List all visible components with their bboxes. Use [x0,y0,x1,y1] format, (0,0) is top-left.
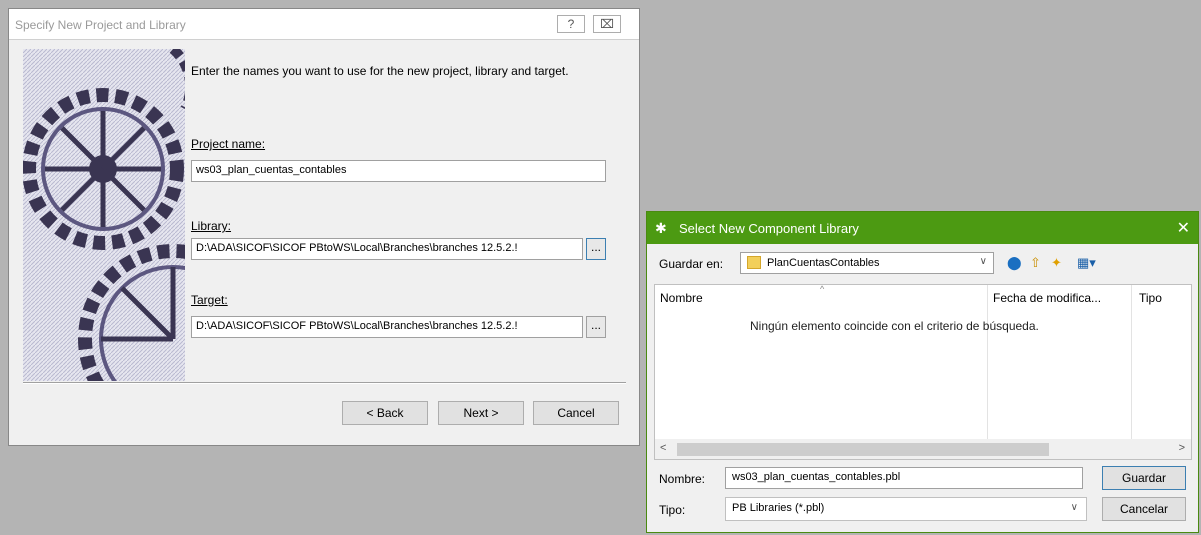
cancel-button[interactable]: Cancel [533,401,619,425]
look-in-dropdown[interactable]: PlanCuentasContables ∨ [740,252,994,274]
scrollbar-thumb[interactable] [677,443,1049,456]
new-folder-icon[interactable]: ✦ [1051,256,1062,270]
column-divider [987,285,988,459]
target-path-input[interactable]: D:\ADA\SICOF\SICOF PBtoWS\Local\Branches… [191,316,583,338]
save-dialog-titlebar: ✱ Select New Component Library ✕ [647,212,1198,244]
sort-chevron-icon: ^ [820,284,825,294]
horizontal-scrollbar[interactable]: < > [655,439,1191,459]
file-list[interactable]: Nombre ^ Fecha de modifica... Tipo Ningú… [654,284,1192,460]
target-browse-button[interactable]: ... [586,316,606,338]
select-library-dialog: ✱ Select New Component Library ✕ Guardar… [646,211,1199,533]
intro-text: Enter the names you want to use for the … [191,64,569,78]
back-navigation-icon[interactable]: ⬤ [1007,256,1022,270]
empty-message: Ningún elemento coincide con el criterio… [750,319,1039,333]
gear-illustration [23,49,185,381]
wizard-title: Specify New Project and Library [15,18,186,32]
wizard-titlebar: Specify New Project and Library ? ⌧ [9,9,639,40]
filename-label: Nombre: [659,472,706,486]
button-separator [23,382,626,384]
up-folder-icon[interactable]: ⇧ [1030,256,1041,270]
filetype-label: Tipo: [659,503,686,517]
cancel-button[interactable]: Cancelar [1102,497,1186,521]
library-browse-button[interactable]: ... [586,238,606,260]
column-divider [1131,285,1132,459]
close-icon[interactable]: ✕ [1177,218,1190,238]
save-button[interactable]: Guardar [1102,466,1186,490]
project-name-label: Project name: [191,137,266,151]
new-project-wizard-dialog: Specify New Project and Library ? ⌧ Ente… [8,8,640,446]
column-header-type[interactable]: Tipo [1139,291,1162,305]
back-button[interactable]: < Back [342,401,428,425]
look-in-label: Guardar en: [659,257,724,271]
filename-input[interactable]: ws03_plan_cuentas_contables.pbl [725,467,1083,489]
column-header-name[interactable]: Nombre [660,291,703,305]
library-label: Library: [191,219,232,233]
help-button[interactable]: ? [557,15,585,33]
save-dialog-title: Select New Component Library [679,221,859,236]
chevron-down-icon: ∨ [1070,502,1078,513]
chevron-down-icon: ∨ [979,256,987,267]
folder-icon [747,256,761,269]
library-path-input[interactable]: D:\ADA\SICOF\SICOF PBtoWS\Local\Branches… [191,238,583,260]
next-button[interactable]: Next > [438,401,524,425]
app-icon: ✱ [655,220,667,236]
column-header-date[interactable]: Fecha de modifica... [993,291,1101,305]
project-name-input[interactable]: ws03_plan_cuentas_contables [191,160,606,182]
scroll-left-icon[interactable]: < [660,442,666,454]
view-menu-icon[interactable]: ▦▾ [1077,256,1096,270]
target-label: Target: [191,293,228,307]
filetype-dropdown[interactable]: PB Libraries (*.pbl) ∨ [725,497,1087,521]
filetype-value: PB Libraries (*.pbl) [732,502,825,514]
look-in-value: PlanCuentasContables [767,257,880,269]
scroll-right-icon[interactable]: > [1179,442,1185,454]
close-button[interactable]: ⌧ [593,15,621,33]
